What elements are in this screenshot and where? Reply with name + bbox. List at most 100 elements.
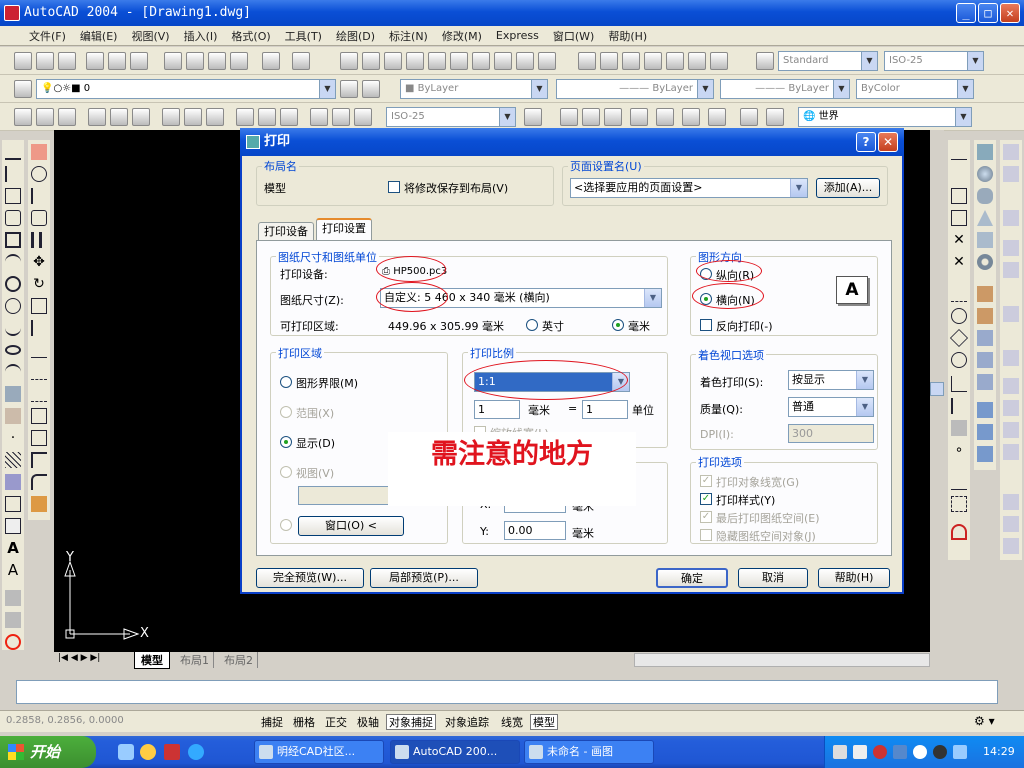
dialog-close-button[interactable]: ✕ xyxy=(878,132,898,152)
2d-wireframe-icon[interactable] xyxy=(578,52,596,70)
quality-select[interactable]: 普通 ▼ xyxy=(788,397,874,417)
revision-cloud-icon[interactable] xyxy=(5,298,21,314)
mirror-icon[interactable] xyxy=(31,188,47,204)
orbit-icon[interactable] xyxy=(1003,516,1019,532)
view-radio[interactable] xyxy=(280,466,292,478)
zoom-realtime-icon[interactable] xyxy=(362,52,380,70)
zoom-previous-icon[interactable] xyxy=(406,52,424,70)
minimize-button[interactable]: _ xyxy=(956,3,976,23)
setup-profile-icon[interactable] xyxy=(977,446,993,462)
gouraud-icon[interactable] xyxy=(666,52,684,70)
undo-icon[interactable] xyxy=(262,52,280,70)
menu-help[interactable]: 帮助(H) xyxy=(601,28,654,44)
ne-iso-icon[interactable] xyxy=(1003,422,1019,438)
polar-toggle[interactable]: 极轴 xyxy=(354,714,382,730)
lineweight-select[interactable]: ——— ByLayer ▼ xyxy=(720,79,850,99)
construction-line-icon[interactable] xyxy=(5,166,21,182)
ucs-select[interactable]: 🌐 世界 ▼ xyxy=(798,107,972,127)
scale-unit-input[interactable]: 1 xyxy=(582,400,628,419)
bottom-view-icon[interactable] xyxy=(1003,210,1019,226)
make-block-icon[interactable] xyxy=(5,408,21,424)
copy-icon[interactable] xyxy=(186,52,204,70)
cut-icon[interactable] xyxy=(164,52,182,70)
tab-plot-device[interactable]: 打印设备 xyxy=(258,222,314,242)
dpi-input[interactable]: 300 xyxy=(788,424,874,443)
snap-node-icon[interactable]: ∘ xyxy=(951,442,967,458)
snap-quadrant-icon[interactable] xyxy=(949,328,969,348)
layer-manager-icon[interactable] xyxy=(14,80,32,98)
cylinder-icon[interactable] xyxy=(977,188,993,204)
vertical-scrollbar[interactable] xyxy=(930,130,944,652)
unit-mm-radio[interactable] xyxy=(612,319,624,331)
sw-iso-icon[interactable] xyxy=(1003,378,1019,394)
new-icon[interactable] xyxy=(14,52,32,70)
tab-model[interactable]: 模型 xyxy=(134,652,170,669)
markup-icon[interactable] xyxy=(516,52,534,70)
menu-dimension[interactable]: 标注(N) xyxy=(382,28,435,44)
tolerance-icon[interactable] xyxy=(258,108,276,126)
extents-radio[interactable] xyxy=(280,406,292,418)
pan-icon[interactable] xyxy=(340,52,358,70)
ellipse-arc-icon[interactable] xyxy=(5,364,21,380)
snap-settings-icon[interactable] xyxy=(951,524,967,540)
scale-mm-input[interactable]: 1 xyxy=(474,400,520,419)
tray-clock-icon[interactable] xyxy=(913,745,927,759)
ucs-x-icon[interactable] xyxy=(740,108,758,126)
layer-previous-icon[interactable] xyxy=(362,80,380,98)
layer-select[interactable]: 💡○☼■ 0 ▼ xyxy=(36,79,336,99)
continue-dim-icon[interactable] xyxy=(206,108,224,126)
ucs-previous-icon[interactable] xyxy=(604,108,622,126)
tab-nav-first-icon[interactable]: |◀ ◀ ▶ ▶| xyxy=(58,653,100,663)
menu-file[interactable]: 文件(F) xyxy=(22,28,73,44)
quicklaunch-media-icon[interactable] xyxy=(140,744,156,760)
arc-icon[interactable] xyxy=(5,254,21,270)
menu-draw[interactable]: 绘图(D) xyxy=(329,28,382,44)
extend-icon[interactable] xyxy=(31,386,47,402)
help-icon[interactable] xyxy=(538,52,556,70)
se-iso-icon[interactable] xyxy=(1003,400,1019,416)
ok-button[interactable]: 确定 xyxy=(656,568,728,588)
task-paint[interactable]: 未命名 - 画图 xyxy=(524,740,654,764)
display-radio[interactable] xyxy=(280,436,292,448)
setup-view-icon[interactable] xyxy=(977,424,993,440)
insert-block-icon[interactable] xyxy=(5,386,21,402)
match-properties-icon[interactable] xyxy=(230,52,248,70)
tray-display-icon[interactable] xyxy=(953,745,967,759)
quick-leader-icon[interactable] xyxy=(236,108,254,126)
offset-y-input[interactable]: 0.00 xyxy=(504,521,566,540)
grid-toggle[interactable]: 栅格 xyxy=(290,714,318,730)
design-center-icon[interactable] xyxy=(450,52,468,70)
center-mark-icon[interactable] xyxy=(280,108,298,126)
right-view-icon[interactable] xyxy=(1003,262,1019,278)
offset-icon[interactable] xyxy=(31,210,47,226)
ordinate-dim-icon[interactable] xyxy=(58,108,76,126)
close-button[interactable]: ✕ xyxy=(1000,3,1020,23)
help-button[interactable]: 帮助(H) xyxy=(818,568,890,588)
table-icon[interactable] xyxy=(5,518,21,534)
snap-midpoint-icon[interactable] xyxy=(951,210,967,226)
break-icon[interactable] xyxy=(31,430,47,446)
make-current-layer-icon[interactable] xyxy=(340,80,358,98)
reverse-plot-checkbox[interactable] xyxy=(700,319,712,331)
open-icon[interactable] xyxy=(36,52,54,70)
ellipse-icon[interactable] xyxy=(5,345,21,355)
nw-iso-icon[interactable] xyxy=(1003,444,1019,460)
properties-icon[interactable] xyxy=(428,52,446,70)
preview-icon[interactable] xyxy=(108,52,126,70)
dim-text-edit-icon[interactable] xyxy=(332,108,350,126)
tab-layout1[interactable]: 布局1 xyxy=(176,652,214,668)
command-input[interactable] xyxy=(16,680,998,704)
lengthen-icon[interactable] xyxy=(31,342,47,358)
snap-perpendicular-icon[interactable] xyxy=(951,376,967,392)
gradient-icon[interactable] xyxy=(5,474,21,490)
properties-side-icon[interactable] xyxy=(5,590,21,606)
tray-volume-icon[interactable] xyxy=(853,745,867,759)
snap-from-icon[interactable] xyxy=(951,144,967,160)
menu-insert[interactable]: 插入(I) xyxy=(177,28,225,44)
rectangle-icon[interactable] xyxy=(5,232,21,248)
unit-inch-radio[interactable] xyxy=(526,319,538,331)
page-setup-select[interactable]: <选择要应用的页面设置> ▼ xyxy=(570,178,808,198)
chamfer-icon[interactable] xyxy=(31,452,47,468)
spline-icon[interactable] xyxy=(5,320,21,336)
refresh-icon[interactable] xyxy=(5,634,21,650)
